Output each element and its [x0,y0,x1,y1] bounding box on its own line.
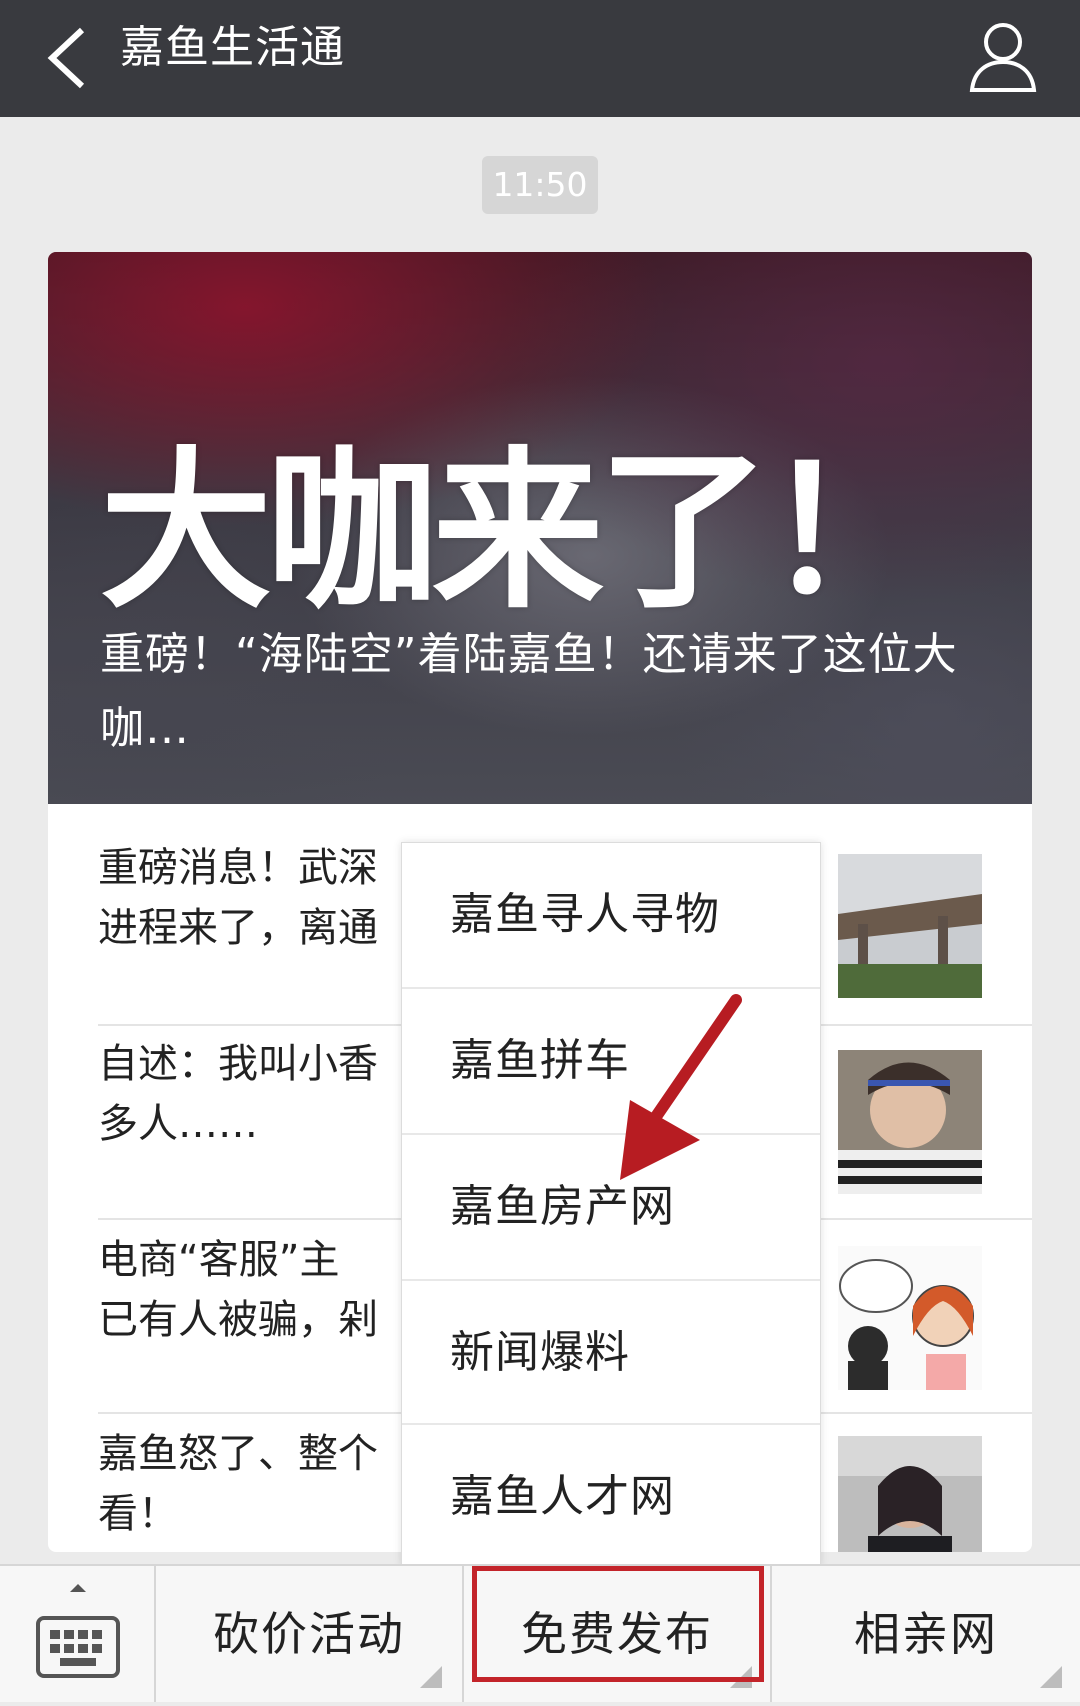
menu-item-jobs[interactable]: 嘉鱼人才网 [402,1425,820,1569]
article-thumbnail [838,1050,982,1194]
article-thumbnail [838,1246,982,1390]
article-thumbnail [838,1436,982,1552]
article-thumbnail [838,854,982,998]
menu-item-label: 嘉鱼人才网 [450,1471,675,1522]
menu-button-bargain[interactable]: 砍价活动 [156,1566,462,1702]
highlight-box-annotation [472,1566,764,1682]
custom-menu-popup: 嘉鱼寻人寻物 嘉鱼拼车 嘉鱼房产网 新闻爆料 嘉鱼人才网 [401,842,821,1566]
page-title: 嘉鱼生活通 [120,22,345,73]
keyboard-icon [36,1584,120,1678]
chevron-left-icon[interactable] [38,22,98,94]
cover-article[interactable]: 大咖来了！ 重磅！“海陆空”着陆嘉鱼！还请来了这位大咖… [48,252,1032,804]
menu-item-news-tips[interactable]: 新闻爆料 [402,1281,820,1425]
message-timestamp: 11:50 [482,156,598,214]
menu-button-dating[interactable]: 相亲网 [772,1566,1080,1702]
submenu-corner-icon [1040,1666,1062,1688]
keyboard-toggle-button[interactable] [0,1566,154,1702]
person-icon[interactable] [966,18,1040,96]
cover-headline-image-text: 大咖来了！ [100,431,936,632]
menu-item-label: 新闻爆料 [450,1327,630,1378]
menu-item-lost-and-found[interactable]: 嘉鱼寻人寻物 [402,843,820,987]
submenu-corner-icon [420,1666,442,1688]
title-bar: 嘉鱼生活通 [0,0,1080,117]
menu-item-label: 嘉鱼寻人寻物 [450,889,720,940]
red-arrow-annotation [620,994,742,1180]
cover-article-title: 重磅！“海陆空”着陆嘉鱼！还请来了这位大咖… [100,629,958,754]
